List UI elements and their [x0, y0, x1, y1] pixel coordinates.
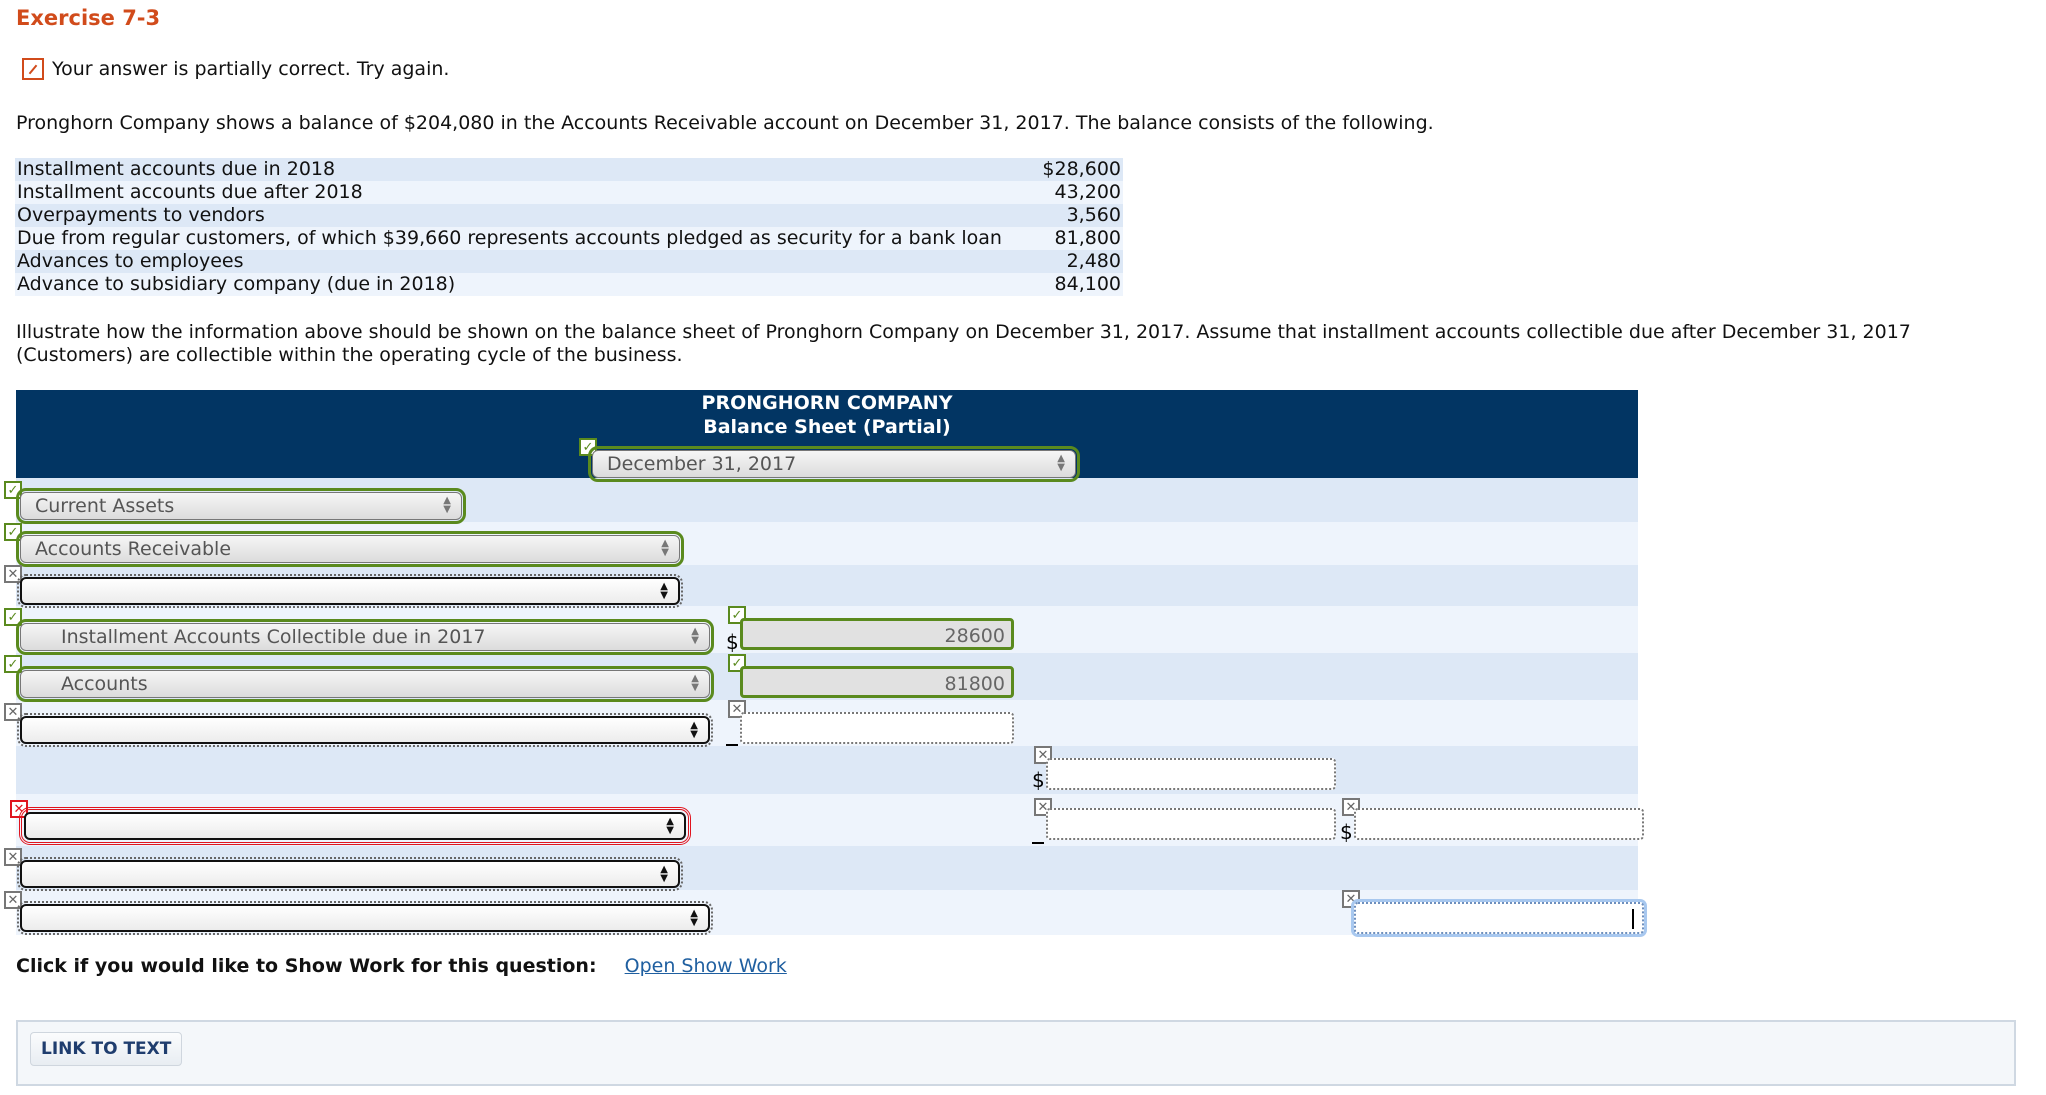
given-row: Installment accounts due in 2018 $28,600: [15, 158, 1123, 181]
select-arrows-icon: ▲ ▼: [443, 495, 451, 515]
form-row: [16, 746, 1638, 794]
link-to-text-button[interactable]: LINK TO TEXT: [30, 1032, 183, 1066]
date-select[interactable]: December 31, 2017 ▲ ▼: [588, 446, 1080, 482]
correct-check-icon: ✓: [4, 608, 22, 626]
currency-symbol: $: [726, 630, 739, 654]
status-message: Your answer is partially correct. Try ag…: [52, 58, 450, 80]
select-arrows-icon: ▲ ▼: [690, 720, 698, 740]
open-show-work-link[interactable]: Open Show Work: [625, 955, 787, 977]
link-to-text-panel: LINK TO TEXT: [16, 1020, 2016, 1086]
unanswered-x-icon: ✕: [4, 703, 22, 721]
account-select-empty[interactable]: ▲ ▼: [17, 713, 713, 747]
amount-input-accounts[interactable]: 81800: [740, 666, 1014, 698]
account-select-incorrect[interactable]: ▲ ▼: [19, 807, 691, 845]
select-arrows-icon: ▲ ▼: [691, 673, 699, 693]
company-name: PRONGHORN COMPANY: [701, 392, 953, 414]
amount-input-installment[interactable]: 28600: [740, 618, 1014, 650]
show-work-row: Click if you would like to Show Work for…: [16, 955, 787, 977]
text-caret: [1632, 909, 1634, 929]
given-row: Due from regular customers, of which $39…: [15, 227, 1123, 250]
statement-title: Balance Sheet (Partial): [703, 416, 951, 438]
account-select-accounts-receivable[interactable]: Accounts Receivable ▲ ▼: [16, 531, 684, 567]
given-row: Installment accounts due after 2018 43,20…: [15, 181, 1123, 204]
select-arrows-icon: ▲ ▼: [690, 908, 698, 928]
exercise-title: Exercise 7-3: [16, 6, 161, 30]
total-input[interactable]: [1354, 808, 1644, 840]
account-select-installment[interactable]: Installment Accounts Collectible due in …: [16, 619, 714, 655]
account-select-empty[interactable]: ▲ ▼: [17, 857, 683, 891]
subtotal-input[interactable]: [1046, 758, 1336, 790]
partially-correct-icon: [22, 58, 44, 80]
given-row: Advances to employees 2,480: [15, 250, 1123, 273]
balance-sheet-form: PRONGHORN COMPANY Balance Sheet (Partial…: [4, 390, 1644, 935]
account-select-empty[interactable]: ▲ ▼: [17, 574, 683, 608]
subtotal-underline: [1032, 842, 1044, 844]
deduction-input[interactable]: [1046, 808, 1336, 840]
given-items-table: Installment accounts due in 2018 $28,600 …: [15, 158, 1123, 296]
given-row: Advance to subsidiary company (due in 20…: [15, 273, 1123, 296]
select-arrows-icon: ▲ ▼: [691, 626, 699, 646]
select-arrows-icon: ▲ ▼: [666, 816, 674, 836]
instructions-line-1: Illustrate how the information above sho…: [16, 321, 1911, 343]
select-arrows-icon: ▲ ▼: [660, 581, 668, 601]
account-select-current-assets[interactable]: Current Assets ▲ ▼: [16, 488, 466, 524]
amount-input-empty[interactable]: [740, 712, 1014, 744]
correct-check-icon: ✓: [4, 655, 22, 673]
instructions-line-2: (Customers) are collectible within the o…: [16, 344, 683, 366]
select-arrows-icon: ▲ ▼: [661, 538, 669, 558]
subtotal-underline: [726, 744, 738, 746]
select-arrows-icon: ▲ ▼: [660, 864, 668, 884]
select-arrows-icon: ▲ ▼: [1057, 453, 1065, 473]
currency-symbol: $: [1340, 820, 1353, 844]
total-input-focused[interactable]: [1354, 902, 1644, 934]
account-select-empty[interactable]: ▲ ▼: [17, 901, 713, 935]
unanswered-x-icon: ✕: [4, 891, 22, 909]
given-row: Overpayments to vendors 3,560: [15, 204, 1123, 227]
intro-text: Pronghorn Company shows a balance of $20…: [16, 112, 1434, 134]
currency-symbol: $: [1032, 768, 1045, 792]
show-work-prompt: Click if you would like to Show Work for…: [16, 955, 597, 977]
account-select-accounts[interactable]: Accounts ▲ ▼: [16, 666, 714, 702]
status-banner: Your answer is partially correct. Try ag…: [22, 58, 449, 80]
